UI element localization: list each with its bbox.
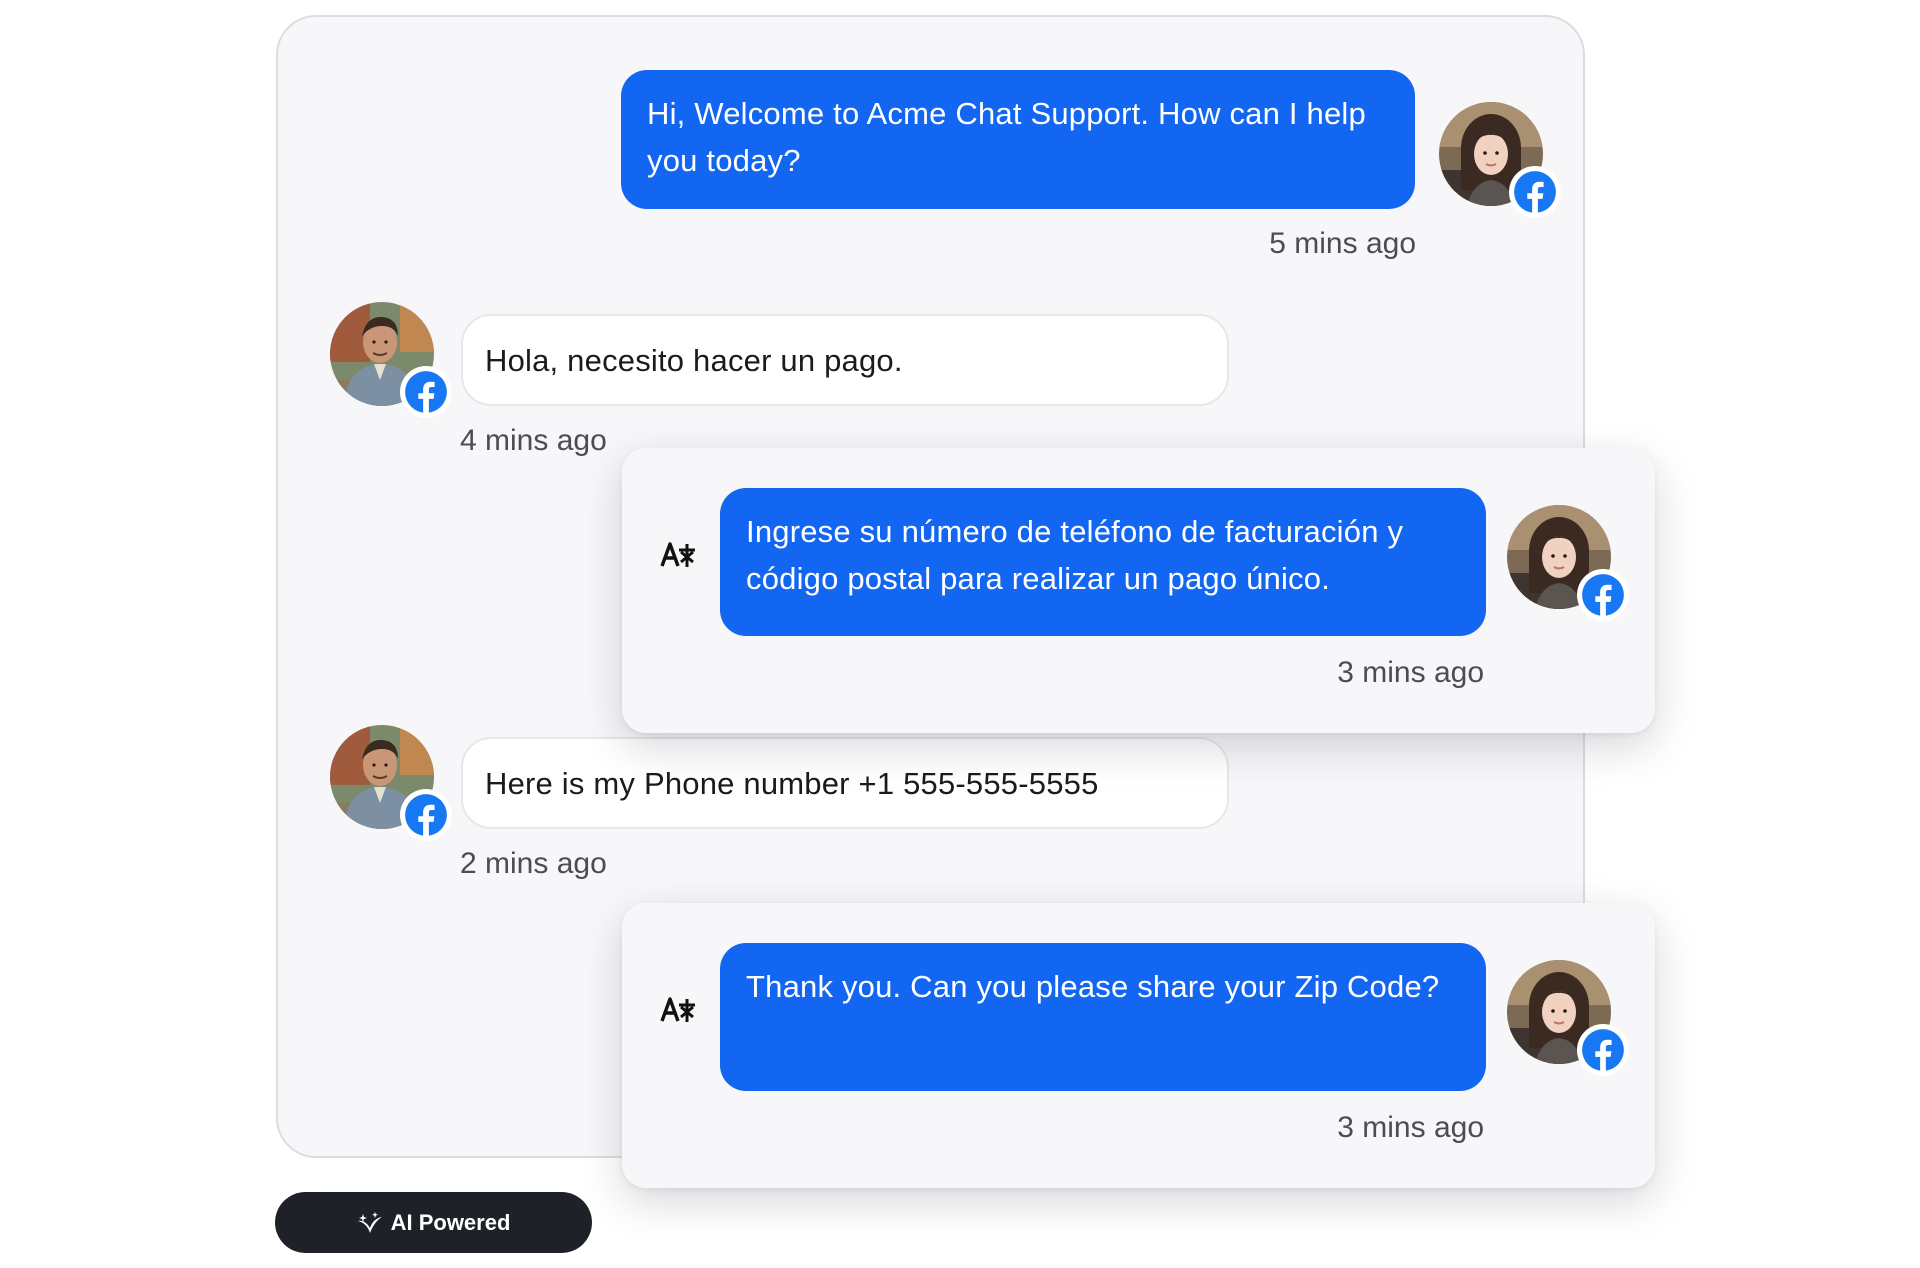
ai-powered-badge: AI Powered (275, 1192, 592, 1253)
translate-icon[interactable] (660, 540, 696, 570)
message-timestamp: 2 mins ago (460, 847, 607, 880)
translate-icon[interactable] (660, 995, 696, 1025)
message-timestamp: 3 mins ago (1337, 656, 1484, 689)
agent-message: Hi, Welcome to Acme Chat Support. How ca… (621, 70, 1415, 209)
facebook-icon (1509, 166, 1561, 218)
agent-message: Thank you. Can you please share your Zip… (720, 943, 1486, 1091)
agent-avatar (1507, 505, 1629, 621)
sparkle-leaf-icon (357, 1211, 382, 1233)
message-timestamp: 3 mins ago (1337, 1111, 1484, 1144)
customer-message: Hola, necesito hacer un pago. (461, 314, 1229, 406)
translated-message-card: Thank you. Can you please share your Zip… (622, 903, 1655, 1188)
facebook-icon (1577, 569, 1629, 621)
facebook-icon (1577, 1024, 1629, 1076)
translated-message-card: Ingrese su número de teléfono de factura… (622, 448, 1655, 733)
message-timestamp: 4 mins ago (460, 424, 607, 457)
customer-message: Here is my Phone number +1 555-555-5555 (461, 737, 1229, 829)
agent-avatar (1439, 102, 1561, 218)
ai-powered-label: AI Powered (390, 1209, 511, 1235)
agent-avatar (1507, 960, 1629, 1076)
customer-avatar (330, 725, 452, 841)
facebook-icon (400, 789, 452, 841)
message-timestamp: 5 mins ago (1269, 227, 1416, 260)
agent-message: Ingrese su número de teléfono de factura… (720, 488, 1486, 636)
customer-avatar (330, 302, 452, 418)
facebook-icon (400, 366, 452, 418)
